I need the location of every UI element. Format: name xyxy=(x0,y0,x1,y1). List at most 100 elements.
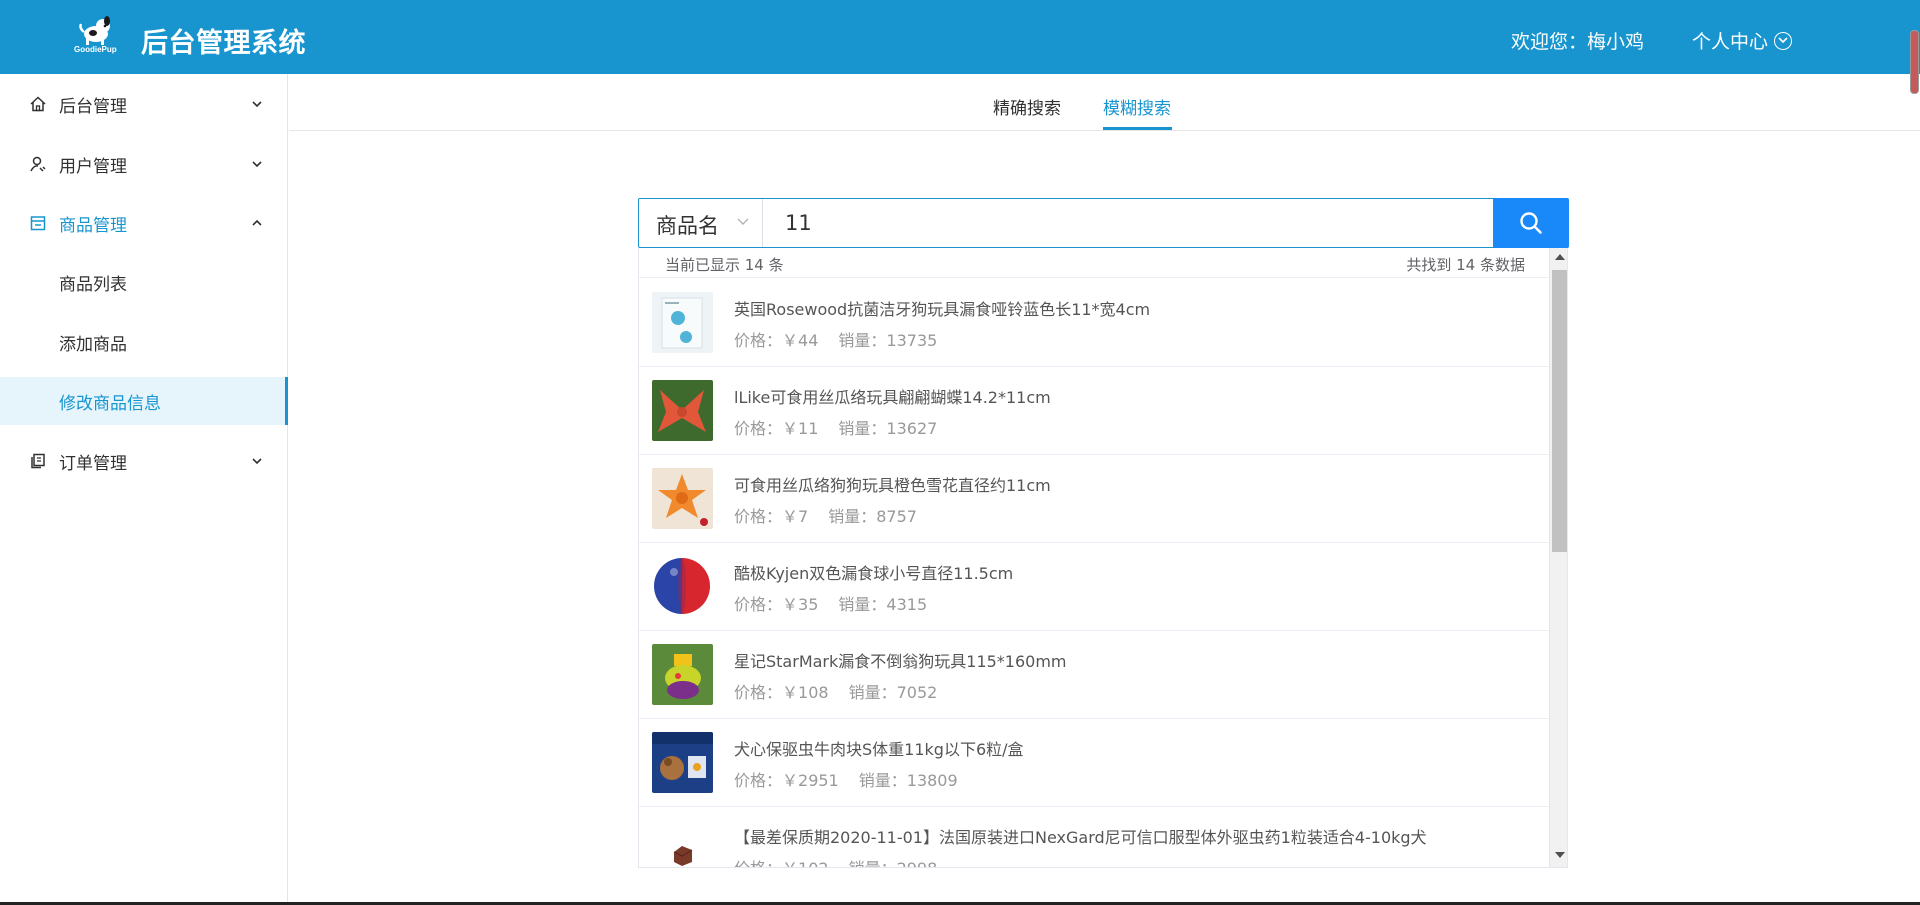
sales-label: 销量： xyxy=(849,859,897,867)
sidebar-item-label: 订单管理 xyxy=(59,453,127,474)
result-item[interactable]: 酷极Kyjen双色漏食球小号直径11.5cm 价格：￥35 销量：4315 xyxy=(639,543,1549,631)
price-label: 价格： xyxy=(734,683,783,702)
sales-label: 销量： xyxy=(828,507,877,526)
product-name: 星记StarMark漏食不倒翁狗玩具115*160mm xyxy=(734,652,1067,671)
product-meta: 价格：￥7 销量：8757 xyxy=(734,503,917,527)
logo-text: GoodiePup xyxy=(74,45,117,54)
product-sales: 7052 xyxy=(896,683,938,702)
search-field-label: 商品名 xyxy=(656,214,719,238)
results-list: 英国Rosewood抗菌洁牙狗玩具漏食哑铃蓝色长11*宽4cm 价格：￥44 销量… xyxy=(639,279,1549,867)
product-price: ￥11 xyxy=(782,419,819,438)
sidebar-item-products[interactable]: 商品管理 xyxy=(0,199,288,247)
scroll-up-arrow-icon[interactable] xyxy=(1555,254,1565,260)
product-thumbnail xyxy=(652,292,713,353)
home-icon xyxy=(30,96,46,112)
scroll-down-arrow-icon[interactable] xyxy=(1555,852,1565,858)
product-meta: 价格：￥2951 销量：13809 xyxy=(734,767,958,791)
sidebar-item-orders[interactable]: 订单管理 xyxy=(0,437,288,485)
result-item[interactable]: 犬心保驱虫牛肉块S体重11kg以下6粒/盒 价格：￥2951 销量：13809 xyxy=(639,719,1549,807)
product-price: ￥108 xyxy=(782,683,829,702)
chevron-down-icon xyxy=(252,458,262,465)
app-title: 后台管理系统 xyxy=(141,28,306,59)
product-thumbnail xyxy=(652,732,713,793)
price-label: 价格： xyxy=(734,771,783,790)
product-name: 犬心保驱虫牛肉块S体重11kg以下6粒/盒 xyxy=(734,740,1024,759)
sidebar: 后台管理 用户管理 商品管理 商品列表 添加商品 修改商品信息 订单管理 xyxy=(0,74,288,905)
sidebar-item-backend[interactable]: 后台管理 xyxy=(0,80,288,128)
product-sales: 13735 xyxy=(886,331,938,350)
results-summary: 当前已显示 14 条 共找到 14 条数据 xyxy=(639,248,1549,278)
search-box: 商品名 xyxy=(638,198,1569,248)
product-thumbnail xyxy=(652,380,713,441)
product-price: ￥44 xyxy=(782,331,819,350)
chevron-down-icon xyxy=(252,101,262,108)
price-label: 价格： xyxy=(734,595,783,614)
sales-label: 销量： xyxy=(838,595,887,614)
product-sales: 2998 xyxy=(897,859,938,867)
tab-fuzzy-search[interactable]: 模糊搜索 xyxy=(1103,94,1171,119)
shop-icon xyxy=(30,216,46,231)
product-price: ￥102 xyxy=(782,859,829,867)
result-item[interactable]: lLike可食用丝瓜络玩具翩翩蝴蝶14.2*11cm 价格：￥11 销量：1362… xyxy=(639,367,1549,455)
profile-center-label: 个人中心 xyxy=(1692,31,1769,53)
order-icon xyxy=(31,453,45,469)
product-name: 【最差保质期2020-11-01】法国原装进口NexGard尼可信口服型体外驱虫… xyxy=(734,828,1427,847)
scrollbar-thumb[interactable] xyxy=(1552,270,1567,552)
sidebar-item-users[interactable]: 用户管理 xyxy=(0,140,288,188)
results-scrollbar[interactable] xyxy=(1549,248,1567,867)
result-item[interactable]: 【最差保质期2020-11-01】法国原装进口NexGard尼可信口服型体外驱虫… xyxy=(639,807,1549,867)
user-icon xyxy=(30,156,46,172)
price-label: 价格： xyxy=(734,419,783,438)
search-input[interactable] xyxy=(764,199,1493,247)
product-sales: 13627 xyxy=(886,419,938,438)
chevron-down-icon xyxy=(252,161,262,168)
product-price: ￥2951 xyxy=(782,771,839,790)
results-found-count: 共找到 14 条数据 xyxy=(1406,256,1525,274)
product-thumbnail xyxy=(652,468,713,529)
product-name: lLike可食用丝瓜络玩具翩翩蝴蝶14.2*11cm xyxy=(734,388,1051,407)
search-field-select[interactable]: 商品名 xyxy=(639,199,763,247)
result-item[interactable]: 星记StarMark漏食不倒翁狗玩具115*160mm 价格：￥108 销量：70… xyxy=(639,631,1549,719)
product-meta: 价格：￥102 销量：2998 xyxy=(734,855,938,867)
product-name: 英国Rosewood抗菌洁牙狗玩具漏食哑铃蓝色长11*宽4cm xyxy=(734,300,1151,319)
result-item[interactable]: 英国Rosewood抗菌洁牙狗玩具漏食哑铃蓝色长11*宽4cm 价格：￥44 销量… xyxy=(639,279,1549,367)
product-meta: 价格：￥44 销量：13735 xyxy=(734,327,937,351)
sidebar-subitem-edit-product[interactable]: 修改商品信息 xyxy=(0,377,288,425)
profile-center-button[interactable]: 个人中心 xyxy=(1692,27,1793,54)
result-item[interactable]: 可食用丝瓜络狗狗玩具橙色雪花直径约11cm 价格：￥7 销量：8757 xyxy=(639,455,1549,543)
sales-label: 销量： xyxy=(848,683,897,702)
chevron-down-icon xyxy=(737,218,749,225)
price-label: 价格： xyxy=(734,859,782,867)
app-logo[interactable]: GoodiePup xyxy=(74,16,122,56)
search-tabs: 精确搜索 模糊搜索 xyxy=(289,74,1920,131)
price-label: 价格： xyxy=(734,507,783,526)
sidebar-item-label: 商品管理 xyxy=(59,215,127,236)
active-tab-indicator xyxy=(1103,127,1172,130)
product-meta: 价格：￥11 销量：13627 xyxy=(734,415,937,439)
product-sales: 4315 xyxy=(886,595,928,614)
sidebar-subitem-label: 添加商品 xyxy=(59,334,127,355)
results-shown-count: 当前已显示 14 条 xyxy=(665,256,784,274)
product-sales: 8757 xyxy=(876,507,917,526)
sales-label: 销量： xyxy=(838,419,887,438)
sidebar-subitem-product-list[interactable]: 商品列表 xyxy=(0,258,288,306)
sales-label: 销量： xyxy=(838,331,887,350)
chevron-up-icon xyxy=(252,219,262,226)
tab-exact-search[interactable]: 精确搜索 xyxy=(993,94,1061,119)
search-button[interactable] xyxy=(1493,198,1569,248)
search-results-panel: 当前已显示 14 条 共找到 14 条数据 英国Rosewood抗菌洁牙狗玩具漏… xyxy=(638,248,1568,868)
dog-logo-icon xyxy=(79,16,110,45)
product-sales: 13809 xyxy=(906,771,958,790)
product-thumbnail xyxy=(652,556,713,617)
product-name: 酷极Kyjen双色漏食球小号直径11.5cm xyxy=(734,564,1014,583)
price-label: 价格： xyxy=(734,331,783,350)
product-name: 可食用丝瓜络狗狗玩具橙色雪花直径约11cm xyxy=(734,476,1051,495)
sidebar-subitem-label: 修改商品信息 xyxy=(59,393,161,414)
sidebar-item-label: 用户管理 xyxy=(59,156,127,177)
product-price: ￥35 xyxy=(782,595,819,614)
product-thumbnail xyxy=(652,644,713,705)
welcome-text: 欢迎您：梅小鸡 xyxy=(1511,31,1645,53)
sidebar-subitem-add-product[interactable]: 添加商品 xyxy=(0,318,288,366)
product-meta: 价格：￥35 销量：4315 xyxy=(734,591,927,615)
top-header: GoodiePup 后台管理系统 欢迎您：梅小鸡 个人中心 xyxy=(0,0,1920,74)
